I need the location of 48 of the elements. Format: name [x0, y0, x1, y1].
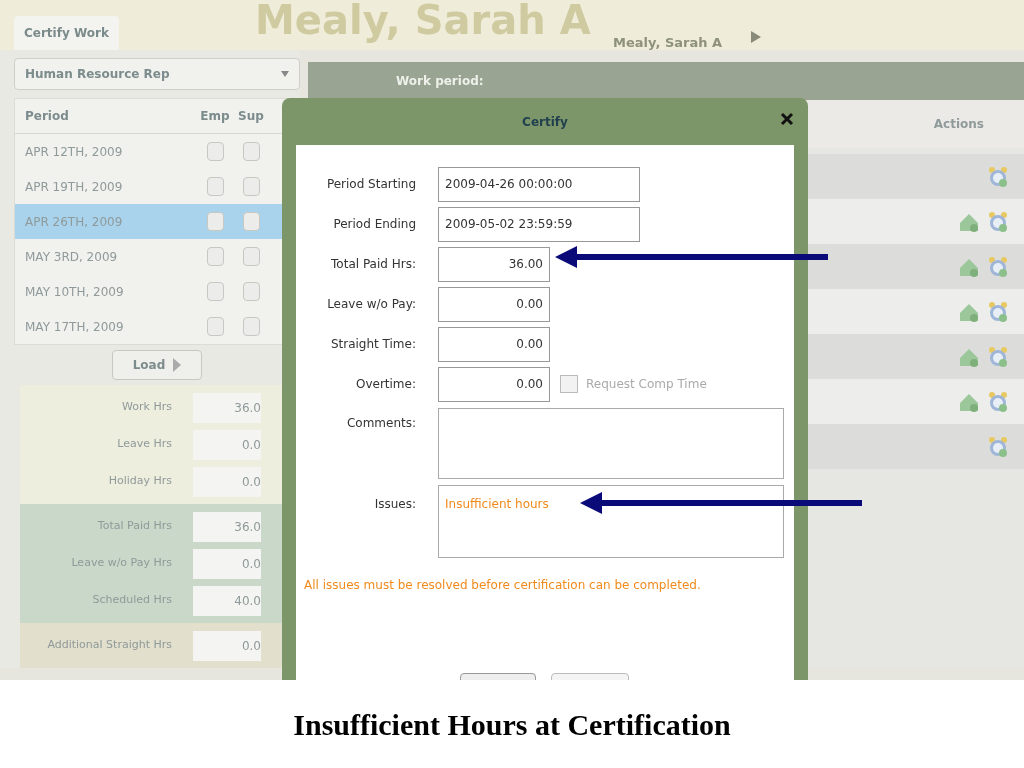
field-label: Leave w/o Pay:: [326, 296, 416, 313]
field-input[interactable]: 0.00: [438, 326, 550, 362]
load-button[interactable]: Load: [112, 350, 202, 380]
period-date: APR 26TH, 2009: [24, 213, 124, 231]
summary-label: Holiday Hrs: [107, 473, 173, 490]
column-header: Emp: [199, 108, 231, 125]
field-input[interactable]: 2009-05-02 23:59:59: [438, 206, 640, 242]
error-message: All issues must be resolved before certification can be completed.: [304, 578, 701, 592]
period-date: MAY 10TH, 2009: [24, 283, 125, 301]
summary-value: 0.0: [193, 466, 261, 497]
period-date: APR 19TH, 2009: [24, 178, 124, 196]
field-label: Overtime:: [354, 376, 416, 393]
summary-value: 40.0: [193, 585, 261, 616]
summary-value: 0.0: [193, 630, 261, 661]
column-header: Sup: [237, 108, 265, 125]
summary-value: 36.0: [193, 511, 261, 542]
period-date: MAY 3RD, 2009: [24, 248, 119, 266]
summary-value: 36.0: [193, 392, 261, 423]
work-period-header: Work period:: [308, 62, 1024, 100]
period-date: APR 12TH, 2009: [24, 143, 124, 161]
summary-label: Leave w/o Pay Hrs: [70, 555, 173, 572]
field-label: Period Ending: [332, 216, 416, 233]
dialog-title: Certify: [522, 113, 568, 131]
field-input[interactable]: 36.00: [438, 246, 550, 282]
summary-label: Additional Straight Hrs: [46, 637, 173, 654]
summary-label: Work Hrs: [121, 399, 173, 416]
summary-label: Leave Hrs: [116, 436, 173, 453]
field-label: Issues:: [373, 496, 416, 513]
role-select[interactable]: Human Resource Rep: [14, 58, 300, 90]
summary-value: 0.0: [193, 429, 261, 460]
field-input[interactable]: 0.00: [438, 286, 550, 322]
period-date: MAY 17TH, 2009: [24, 318, 125, 336]
slide-title: Insufficient Hours at Certification: [293, 706, 731, 743]
field-input[interactable]: 0.00: [438, 366, 550, 402]
field-label: Straight Time:: [329, 336, 416, 353]
field-label: Comments:: [345, 415, 416, 432]
tab[interactable]: Certify Work: [14, 16, 119, 50]
summary-value: 0.0: [193, 548, 261, 579]
field-label: Period Starting: [325, 176, 416, 193]
column-header: Actions: [933, 116, 984, 133]
summary-label: Scheduled Hrs: [91, 592, 173, 609]
column-header: Period: [24, 108, 70, 125]
employee-name: Mealy, Sarah A: [613, 34, 723, 52]
checkbox-label: Request Comp Time: [586, 376, 707, 393]
issue-text: Insufficient hours: [445, 497, 549, 511]
field-input[interactable]: 2009-04-26 00:00:00: [438, 166, 640, 202]
field-label: Total Paid Hrs:: [330, 256, 416, 273]
summary-label: Total Paid Hrs: [96, 518, 173, 535]
